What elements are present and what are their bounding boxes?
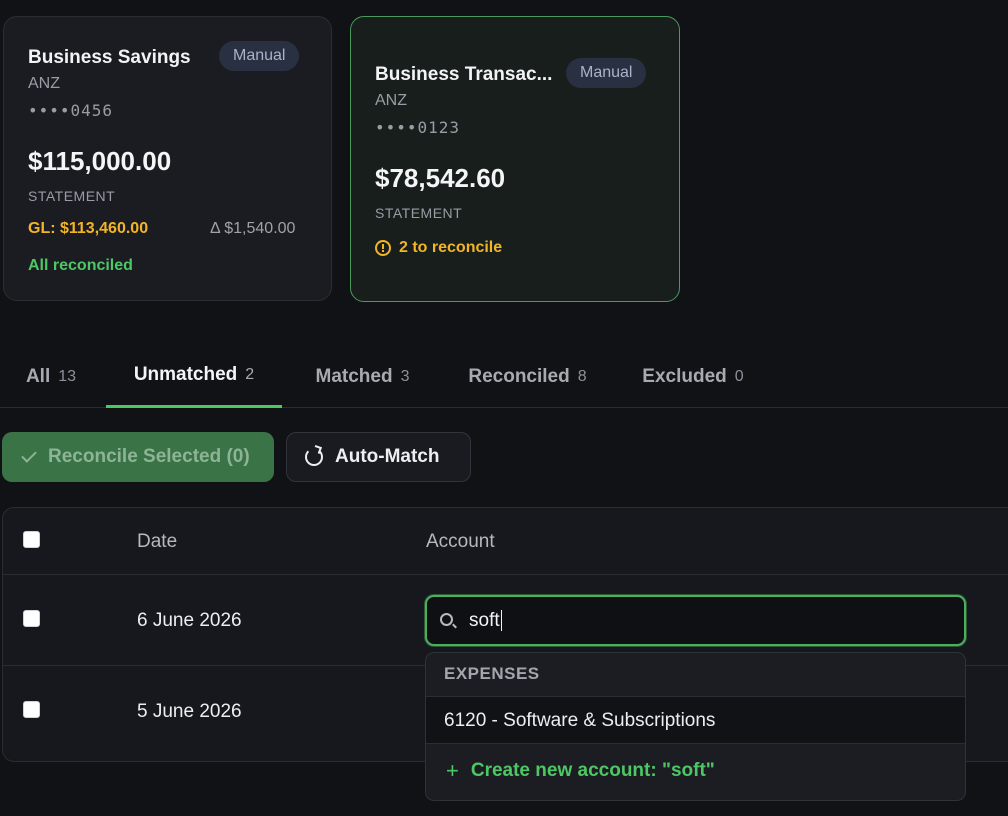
- search-icon: [440, 613, 453, 626]
- auto-match-button[interactable]: Auto-Match: [286, 432, 471, 482]
- tab-label: Reconciled: [468, 365, 570, 387]
- reconcile-status-text: 2 to reconcile: [399, 239, 503, 256]
- tab-unmatched[interactable]: Unmatched 2: [106, 345, 282, 408]
- tab-label: All: [25, 365, 51, 387]
- row-checkbox[interactable]: [23, 610, 40, 627]
- manual-badge: Manual: [219, 41, 300, 71]
- check-icon: [21, 447, 37, 463]
- text-caret: [500, 610, 502, 632]
- tab-reconciled[interactable]: Reconciled 8: [455, 345, 600, 408]
- account-suggestions-dropdown: EXPENSES 6120 - Software & Subscriptions…: [425, 652, 966, 801]
- dropdown-option-software-subscriptions[interactable]: 6120 - Software & Subscriptions: [426, 696, 965, 744]
- account-name: Business Savings: [28, 47, 191, 68]
- refresh-icon: [305, 448, 323, 466]
- tab-count: 13: [58, 367, 77, 385]
- account-search-input[interactable]: soft: [425, 595, 966, 646]
- account-name: Business Transac...: [375, 64, 553, 85]
- clock-icon: [375, 240, 391, 256]
- balance-label: STATEMENT: [28, 188, 116, 204]
- search-value: soft: [469, 610, 502, 632]
- tab-label: Matched: [315, 365, 393, 387]
- tab-excluded[interactable]: Excluded 0: [628, 345, 758, 408]
- reconcile-selected-button[interactable]: Reconcile Selected (0): [2, 432, 274, 482]
- row-date: 5 June 2026: [137, 701, 242, 722]
- tab-matched[interactable]: Matched 3: [300, 345, 425, 408]
- dropdown-group-label: EXPENSES: [444, 664, 540, 683]
- reconcile-status: 2 to reconcile: [375, 239, 502, 257]
- tab-count: 2: [245, 366, 255, 383]
- bank-name: ANZ: [375, 92, 407, 109]
- row-checkbox[interactable]: [23, 701, 40, 718]
- balance-delta: Δ $1,540.00: [210, 220, 296, 237]
- column-header-date: Date: [137, 531, 178, 552]
- manual-badge: Manual: [566, 58, 647, 88]
- tab-count: 0: [734, 367, 744, 385]
- statement-balance: $78,542.60: [375, 163, 506, 193]
- tab-count: 3: [400, 367, 410, 385]
- account-number-mask: ••••0456: [28, 101, 114, 120]
- account-number-mask: ••••0123: [375, 118, 461, 137]
- bank-name: ANZ: [28, 75, 60, 92]
- statement-balance: $115,000.00: [28, 146, 172, 176]
- account-card-business-savings[interactable]: Business Savings Manual ANZ ••••0456 $11…: [3, 16, 332, 301]
- create-account-label: Create new account: "soft": [470, 760, 715, 781]
- tab-label: Excluded: [642, 365, 727, 387]
- account-card-business-transactions[interactable]: Business Transac... Manual ANZ ••••0123 …: [350, 16, 680, 302]
- reconcile-selected-label: Reconcile Selected (0): [48, 446, 250, 467]
- gl-balance: GL: $113,460.00: [28, 220, 149, 237]
- create-account-option[interactable]: + Create new account: "soft": [446, 760, 715, 782]
- tab-label: Unmatched: [133, 364, 238, 385]
- reconcile-status: All reconciled: [28, 257, 133, 274]
- row-date: 6 June 2026: [137, 610, 242, 631]
- balance-label: STATEMENT: [375, 205, 463, 221]
- transaction-filter-tabs: All 13 Unmatched 2 Matched 3 Reconciled …: [0, 345, 1008, 408]
- auto-match-label: Auto-Match: [335, 446, 440, 467]
- column-header-account: Account: [426, 531, 495, 552]
- tab-all[interactable]: All 13: [20, 345, 82, 408]
- tab-count: 8: [577, 367, 587, 385]
- select-all-checkbox[interactable]: [23, 531, 40, 548]
- plus-icon: +: [446, 758, 459, 783]
- row-divider: [3, 574, 1008, 575]
